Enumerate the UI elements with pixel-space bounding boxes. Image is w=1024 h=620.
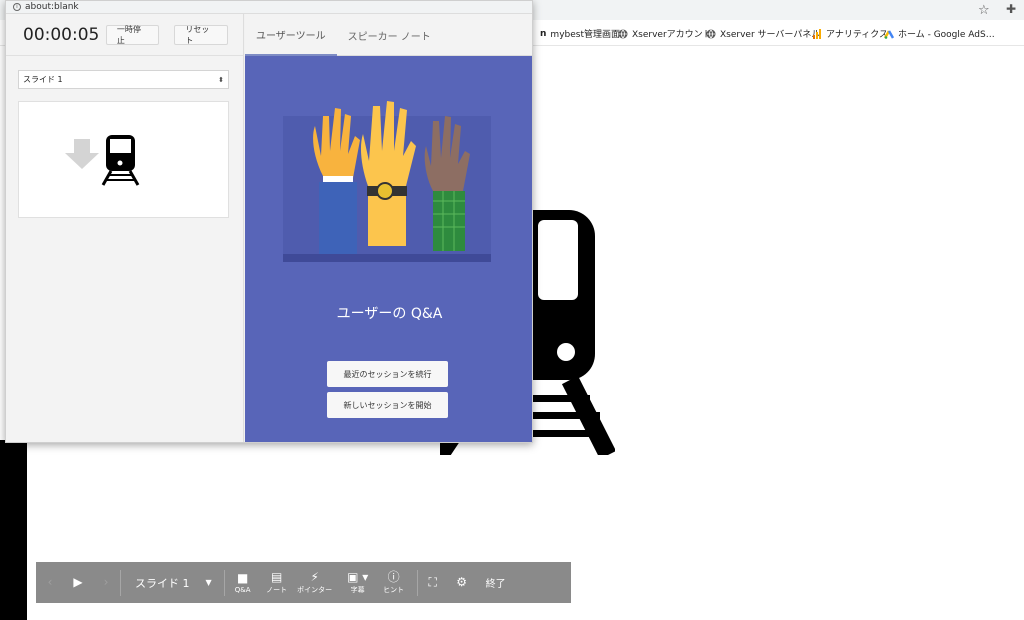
hint-button-label: ヒント: [383, 585, 405, 594]
popup-address-bar: i about:blank: [6, 1, 532, 14]
play-icon: ▶: [73, 574, 83, 589]
bookmark-google-ads[interactable]: ホーム - Google AdS…: [884, 27, 995, 40]
reset-button[interactable]: リセット: [174, 24, 228, 45]
timer-row: 00:00:05 一時停止 リセット: [6, 14, 243, 56]
presenter-view-window: i about:blank 00:00:05 一時停止 リセット スライド 1 …: [5, 0, 533, 443]
popup-url: about:blank: [25, 2, 79, 12]
bookmark-mybest[interactable]: n mybest管理画面: [540, 27, 620, 41]
qa-button[interactable]: ■ Q&A: [225, 562, 261, 603]
fullscreen-icon: ⛶: [428, 574, 437, 589]
tab-user-tools[interactable]: ユーザーツール: [245, 14, 337, 56]
ads-icon: [884, 29, 894, 39]
select-arrows-icon: ⬍: [218, 75, 224, 84]
bookmark-label: Xserverアカウント: [632, 30, 712, 40]
info-icon: ⓘ: [387, 569, 400, 584]
bookmark-xserver-account[interactable]: Xserverアカウント: [618, 27, 712, 40]
presentation-control-bar: ‹ ▶ › スライド 1 ▼ ■ Q&A ▤ ノート ⚡ ポインター ▣ ▾ 字…: [36, 562, 571, 603]
tab-bar: ユーザーツール スピーカー ノート: [245, 14, 532, 56]
bookmark-xserver-panel[interactable]: Xserver サーバーパネル: [706, 27, 820, 40]
slide-select-value: スライド 1: [23, 75, 63, 84]
elapsed-timer: 00:00:05: [23, 24, 100, 45]
qa-button-label: Q&A: [234, 585, 251, 594]
bookmark-label: mybest管理画面: [550, 30, 620, 40]
chat-icon: ■: [236, 570, 249, 585]
bookmark-label: ホーム - Google AdS…: [898, 30, 995, 40]
laser-pointer-icon: ⚡: [310, 569, 319, 584]
slide-selector[interactable]: スライド 1 ▼: [121, 575, 224, 591]
start-new-session-button[interactable]: 新しいセッションを開始: [327, 392, 448, 418]
pointer-button[interactable]: ⚡ ポインター: [293, 562, 337, 603]
bookmark-label: アナリティクス: [826, 30, 889, 40]
presenter-left-pane: 00:00:05 一時停止 リセット スライド 1 ⬍: [6, 14, 244, 442]
notes-button-label: ノート: [266, 585, 288, 594]
pointer-button-label: ポインター: [297, 585, 333, 594]
play-button[interactable]: ▶: [64, 562, 92, 603]
notes-icon: ▤: [270, 569, 283, 584]
slide-select[interactable]: スライド 1 ⬍: [18, 70, 229, 89]
globe-icon: [618, 29, 628, 38]
extensions-icon[interactable]: ✚: [1006, 2, 1016, 16]
next-button[interactable]: ›: [92, 562, 120, 603]
text-icon: n: [540, 28, 547, 39]
slide-selector-label: スライド 1: [135, 576, 190, 590]
previous-button[interactable]: ‹: [36, 562, 64, 603]
fullscreen-button[interactable]: ⛶: [418, 562, 448, 603]
info-icon: i: [13, 3, 21, 11]
notes-button[interactable]: ▤ ノート: [261, 562, 293, 603]
qa-panel: ユーザーの Q&A 最近のセッションを続行 新しいセッションを開始: [245, 56, 532, 442]
left-black-bar: [0, 440, 27, 620]
bookmark-label: Xserver サーバーパネル: [720, 30, 821, 40]
train-thumbnail-icon: [65, 135, 140, 186]
continue-session-button[interactable]: 最近のセッションを続行: [327, 361, 448, 387]
bookmark-analytics[interactable]: アナリティクス: [812, 27, 888, 40]
end-button-label: 終了: [485, 579, 506, 590]
tab-speaker-notes[interactable]: スピーカー ノート: [337, 14, 442, 56]
slide-thumbnail[interactable]: [18, 101, 229, 218]
end-button[interactable]: 終了: [476, 562, 516, 603]
raised-hands-illustration: [283, 101, 491, 262]
settings-button[interactable]: ⚙: [448, 562, 476, 603]
captions-button-label: 字幕: [350, 585, 365, 594]
captions-button[interactable]: ▣ ▾ 字幕: [337, 562, 379, 603]
pause-button[interactable]: 一時停止: [105, 24, 160, 45]
bookmark-star-icon[interactable]: ☆: [978, 3, 990, 18]
globe-icon: [706, 29, 716, 38]
qa-title: ユーザーの Q&A: [336, 306, 443, 322]
caret-down-icon: ▼: [205, 578, 212, 587]
analytics-icon: [813, 28, 821, 39]
captions-icon: ▣ ▾: [347, 569, 369, 584]
gear-icon: ⚙: [456, 574, 468, 589]
hint-button[interactable]: ⓘ ヒント: [379, 562, 409, 603]
presenter-right-pane: ユーザーツール スピーカー ノート ユーザーの Q&A 最近のセッションを続行 …: [245, 14, 532, 442]
chevron-left-icon: ‹: [47, 574, 53, 589]
chevron-right-icon: ›: [103, 574, 109, 589]
